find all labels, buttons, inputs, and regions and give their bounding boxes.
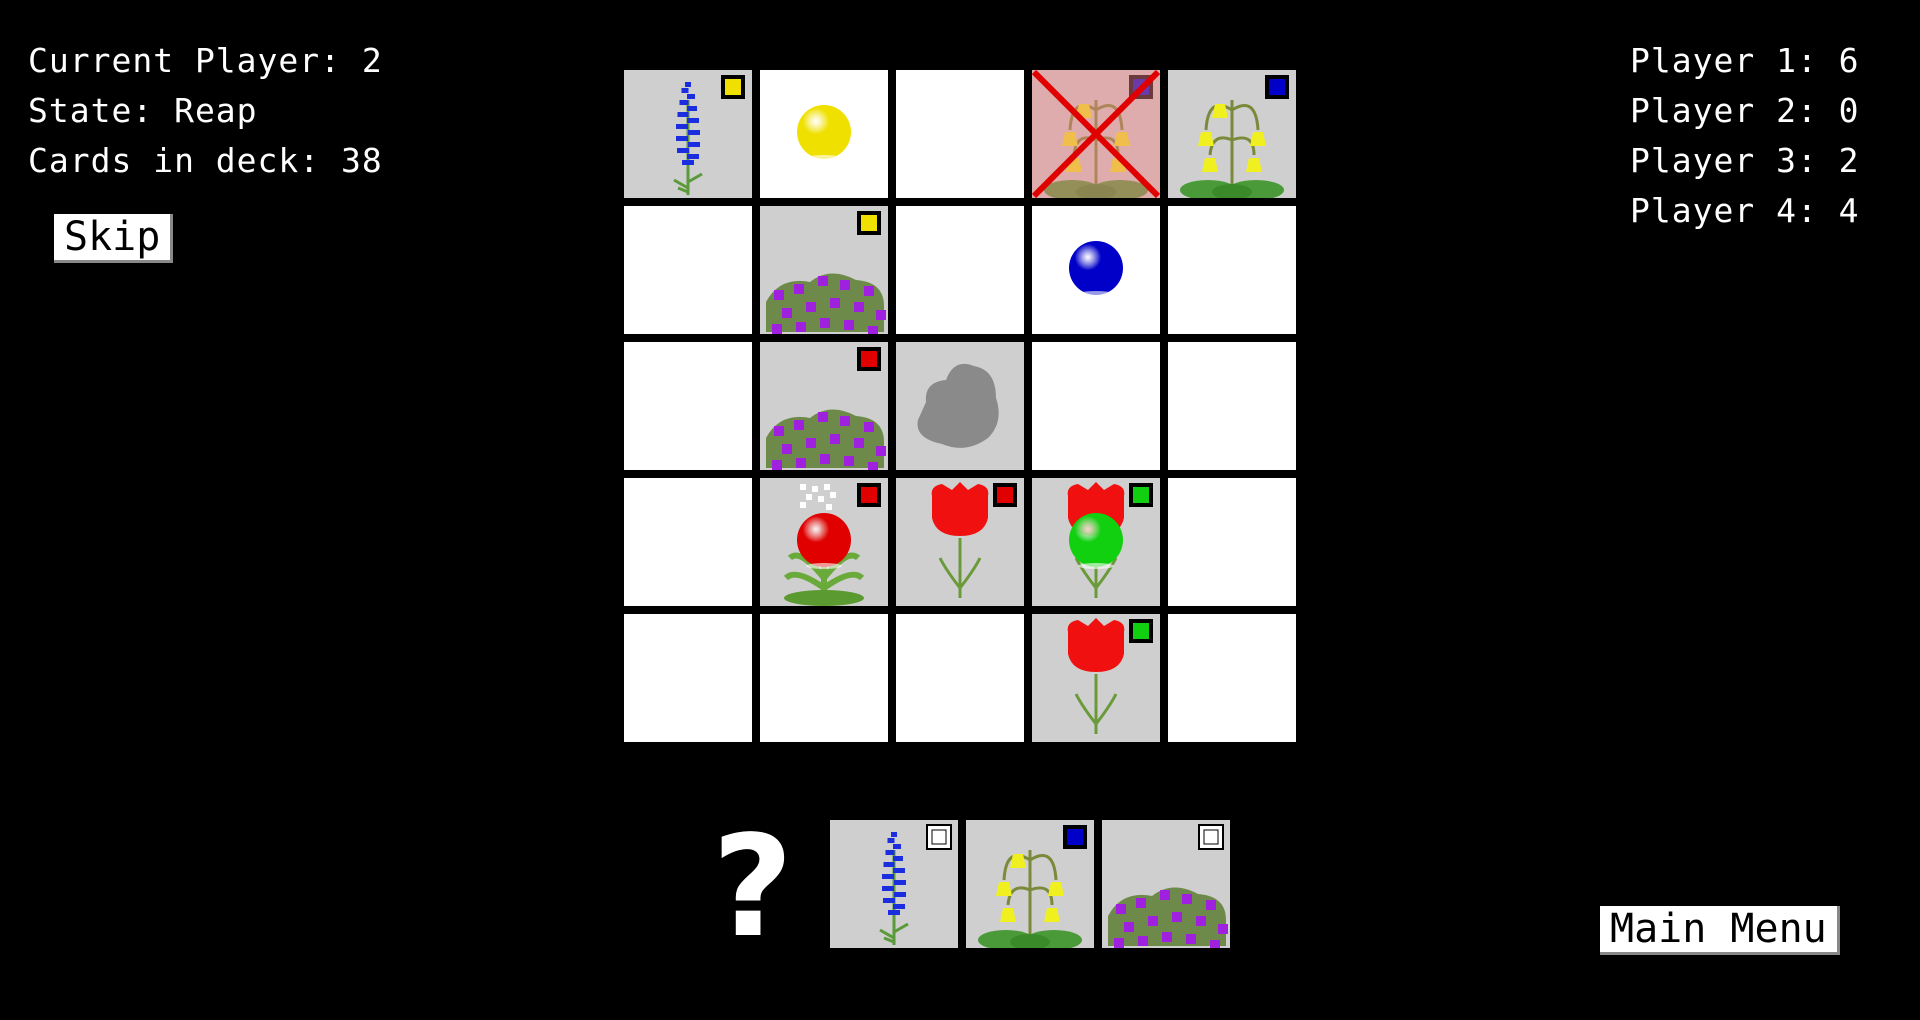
empty-card-art [624,206,752,334]
tulip-card-art [1067,482,1153,598]
board-cell-r3-c2[interactable] [760,342,888,470]
empty-card-art [624,614,752,742]
board-cell-r4-c2[interactable] [760,478,888,606]
hand-card-3[interactable] [1102,820,1230,948]
board-cell-r5-c3[interactable] [896,614,1024,742]
empty-card-art [1168,614,1296,742]
board-cell-r2-c1[interactable] [624,206,752,334]
bluebell-card-art [1180,75,1289,198]
board-cell-r4-c5[interactable] [1168,478,1296,606]
hand-card-1[interactable] [830,820,958,948]
board-cell-r2-c3[interactable] [896,206,1024,334]
board-cell-r3-c3[interactable] [896,342,1024,470]
empty-card-art [896,206,1024,334]
heather-card-art [1108,824,1228,948]
heather-card-art [766,347,886,470]
board-cell-r1-c5[interactable] [1168,70,1296,198]
score-player-1: Player 1: 6 [1630,41,1860,80]
skip-button[interactable]: Skip [54,214,174,263]
empty-card-art [624,342,752,470]
empty-card-art [896,70,1024,198]
empty-card-art [797,105,851,161]
empty-card-art [624,478,752,606]
board-cell-r1-c1[interactable] [624,70,752,198]
bluebell-card-art [978,825,1087,948]
bluebell-card-art [1032,70,1160,198]
larkspur-card-art [879,824,952,945]
main-menu-button[interactable]: Main Menu [1600,906,1840,955]
board-cell-r2-c5[interactable] [1168,206,1296,334]
game-board [624,70,1296,746]
board-cell-r5-c2[interactable] [760,614,888,742]
score-player-2: Player 2: 0 [1630,91,1860,130]
hellebore-card-art [783,483,881,606]
rock-card-art [917,363,999,448]
board-cell-r5-c4[interactable] [1032,614,1160,742]
empty-card-art [896,614,1024,742]
board-cell-r4-c1[interactable] [624,478,752,606]
board-cell-r3-c5[interactable] [1168,342,1296,470]
empty-card-art [1069,241,1123,297]
hand-card-2[interactable] [966,820,1094,948]
larkspur-card-art [673,75,745,195]
tulip-card-art [1067,618,1153,734]
board-cell-r3-c1[interactable] [624,342,752,470]
board-cell-r5-c5[interactable] [1168,614,1296,742]
tulip-card-art [931,482,1017,598]
scoreboard: Player 1: 6 Player 2: 0 Player 3: 2 Play… [1630,36,1860,236]
empty-card-art [1168,342,1296,470]
empty-card-art [760,614,888,742]
board-cell-r4-c4[interactable] [1032,478,1160,606]
empty-card-art [1168,478,1296,606]
score-player-4: Player 4: 4 [1630,191,1860,230]
heather-card-art [766,211,886,334]
board-cell-r4-c3[interactable] [896,478,1024,606]
board-cell-r1-c4[interactable] [1032,70,1160,198]
empty-card-art [1168,206,1296,334]
board-cell-r5-c1[interactable] [624,614,752,742]
board-cell-r2-c4[interactable] [1032,206,1160,334]
current-player-text: Current Player: 2 [28,41,383,80]
score-player-3: Player 3: 2 [1630,141,1860,180]
empty-card-art [1032,342,1160,470]
status-panel: Current Player: 2 State: Reap Cards in d… [28,36,383,186]
board-cell-r1-c2[interactable] [760,70,888,198]
deck-count-text: Cards in deck: 38 [28,141,383,180]
board-cell-r2-c2[interactable] [760,206,888,334]
game-state-text: State: Reap [28,91,258,130]
board-cell-r3-c4[interactable] [1032,342,1160,470]
board-cell-r1-c3[interactable] [896,70,1024,198]
unknown-card-icon: ? [712,806,794,969]
